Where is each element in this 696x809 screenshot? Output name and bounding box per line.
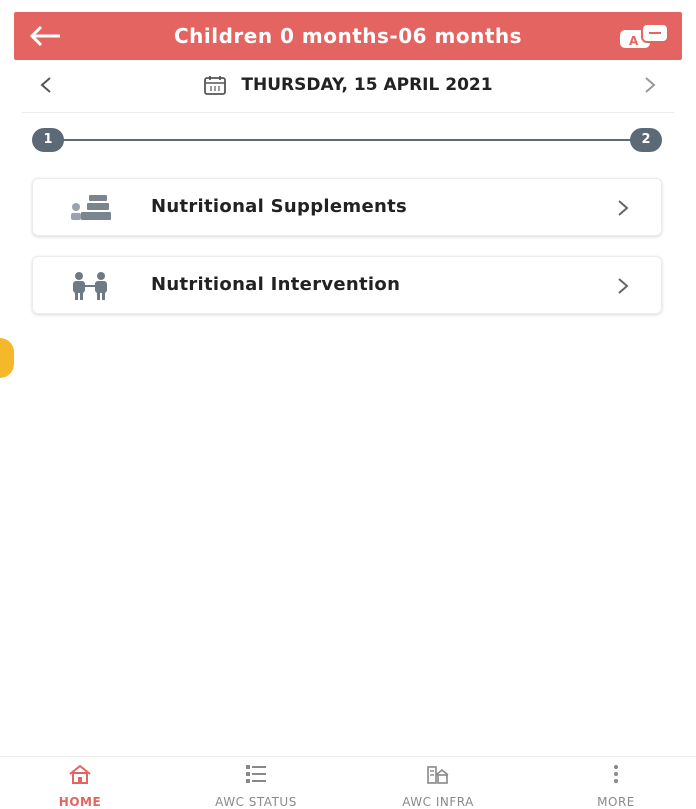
page-title: Children 0 months-06 months bbox=[173, 24, 523, 48]
menu-item-nutritional-supplements[interactable]: Nutritional Supplements bbox=[32, 178, 662, 236]
step-1[interactable]: 1 bbox=[32, 128, 64, 152]
nav-awc-infra[interactable]: AWC INFRA bbox=[358, 757, 518, 809]
date-navigation: THURSDAY, 15 APRIL 2021 bbox=[22, 66, 674, 104]
list-status-icon bbox=[246, 765, 266, 783]
nav-label: AWC STATUS bbox=[215, 795, 297, 809]
bottom-navigation: HOME AWC STATUS AWC INFRA MORE bbox=[0, 756, 696, 809]
step-2[interactable]: 2 bbox=[630, 128, 662, 152]
nav-more[interactable]: MORE bbox=[536, 757, 696, 809]
nav-label: MORE bbox=[597, 795, 635, 809]
language-translate-icon[interactable]: A bbox=[618, 20, 672, 52]
chevron-right-icon[interactable] bbox=[636, 70, 664, 100]
menu-item-nutritional-intervention[interactable]: Nutritional Intervention bbox=[32, 256, 662, 314]
chevron-right-icon bbox=[618, 278, 629, 294]
divider bbox=[22, 112, 674, 113]
progress-stepper: 1 2 bbox=[32, 128, 662, 152]
chevron-right-icon bbox=[618, 200, 629, 216]
floating-edge-tab[interactable] bbox=[0, 338, 14, 378]
date-label: THURSDAY, 15 APRIL 2021 bbox=[241, 75, 493, 95]
menu-item-label: Nutritional Intervention bbox=[151, 274, 401, 295]
supplements-icon bbox=[71, 195, 111, 220]
app-header: Children 0 months-06 months A bbox=[14, 12, 682, 60]
more-vertical-icon bbox=[614, 765, 618, 783]
nav-label: AWC INFRA bbox=[402, 795, 474, 809]
svg-text:A: A bbox=[629, 34, 639, 48]
nav-awc-status[interactable]: AWC STATUS bbox=[176, 757, 336, 809]
nav-home[interactable]: HOME bbox=[0, 757, 160, 809]
date-display[interactable]: THURSDAY, 15 APRIL 2021 bbox=[22, 74, 674, 96]
home-icon bbox=[69, 764, 91, 784]
nav-label: HOME bbox=[58, 795, 102, 809]
intervention-icon bbox=[73, 272, 107, 300]
stepper-line bbox=[48, 139, 646, 141]
calendar-icon bbox=[204, 76, 227, 95]
building-icon bbox=[427, 766, 449, 784]
menu-item-label: Nutritional Supplements bbox=[151, 196, 407, 217]
